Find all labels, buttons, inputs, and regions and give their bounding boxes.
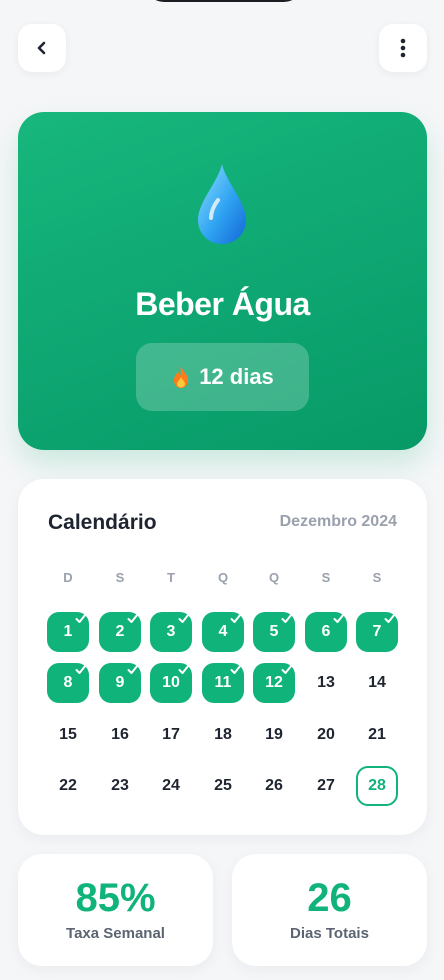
calendar-day-2[interactable]: 2 — [99, 612, 141, 652]
calendar-day-7[interactable]: 7 — [356, 612, 398, 652]
habit-title: Beber Água — [135, 286, 310, 322]
calendar-month: Dezembro 2024 — [279, 513, 397, 530]
day-number: 21 — [368, 726, 386, 743]
calendar-day-21[interactable]: 21 — [356, 715, 398, 755]
device-notch — [146, 0, 302, 2]
day-number: 16 — [111, 726, 129, 743]
calendar-day-6[interactable]: 6 — [305, 612, 347, 652]
calendar-day-3[interactable]: 3 — [150, 612, 192, 652]
day-number: 1 — [63, 623, 73, 640]
back-button[interactable] — [18, 24, 66, 72]
calendar-day-8[interactable]: 8 — [47, 663, 89, 703]
calendar-day-27[interactable]: 27 — [305, 766, 347, 806]
day-number: 10 — [162, 674, 180, 691]
day-number: 6 — [321, 623, 331, 640]
weekday-label: S — [321, 570, 331, 585]
day-number: 25 — [214, 777, 232, 794]
day-number: 8 — [63, 674, 73, 691]
day-number: 7 — [372, 623, 382, 640]
day-number: 5 — [269, 623, 279, 640]
chevron-left-icon — [37, 41, 46, 55]
check-icon — [230, 664, 242, 674]
water-drop-icon — [198, 164, 246, 244]
fire-icon — [174, 366, 189, 388]
day-number: 3 — [166, 623, 176, 640]
check-icon — [75, 664, 87, 674]
weekday-label: D — [63, 570, 73, 585]
calendar-day-5[interactable]: 5 — [253, 612, 295, 652]
day-number: 28 — [368, 777, 386, 794]
day-number: 24 — [162, 777, 180, 794]
day-number: 2 — [115, 623, 125, 640]
check-icon — [281, 613, 293, 623]
day-number: 15 — [59, 726, 77, 743]
day-number: 26 — [265, 777, 283, 794]
calendar-day-10[interactable]: 10 — [150, 663, 192, 703]
day-number: 20 — [317, 726, 335, 743]
calendar-day-19[interactable]: 19 — [253, 715, 295, 755]
total-days-value: 26 — [307, 876, 352, 920]
day-number: 13 — [317, 674, 335, 691]
calendar-day-28[interactable]: 28 — [356, 766, 398, 806]
day-number: 23 — [111, 777, 129, 794]
weekly-rate-card: 85% Taxa Semanal — [18, 854, 213, 966]
day-number: 18 — [214, 726, 232, 743]
calendar-day-14[interactable]: 14 — [356, 663, 398, 703]
check-icon — [178, 664, 190, 674]
calendar-day-1[interactable]: 1 — [47, 612, 89, 652]
day-number: 17 — [162, 726, 180, 743]
weekly-rate-label: Taxa Semanal — [66, 925, 165, 942]
weekday-label: Q — [217, 570, 229, 585]
calendar-day-9[interactable]: 9 — [99, 663, 141, 703]
calendar-day-16[interactable]: 16 — [99, 715, 141, 755]
calendar-day-23[interactable]: 23 — [99, 766, 141, 806]
streak-text: 12 dias — [199, 364, 274, 389]
check-icon — [281, 664, 293, 674]
weekly-rate-value: 85% — [75, 876, 156, 920]
check-icon — [230, 613, 242, 623]
weekday-label: Q — [268, 570, 280, 585]
calendar-day-20[interactable]: 20 — [305, 715, 347, 755]
calendar-day-22[interactable]: 22 — [47, 766, 89, 806]
calendar-card: Calendário Dezembro 2024 DSTQQSS12345678… — [18, 479, 427, 835]
day-number: 11 — [214, 674, 232, 691]
total-days-label: Dias Totais — [290, 925, 369, 942]
calendar-day-11[interactable]: 11 — [202, 663, 244, 703]
habit-card: Beber Água 12 dias — [18, 112, 427, 450]
check-icon — [75, 613, 87, 623]
streak-badge: 12 dias — [136, 343, 309, 411]
check-icon — [333, 613, 345, 623]
calendar-day-26[interactable]: 26 — [253, 766, 295, 806]
calendar-day-15[interactable]: 15 — [47, 715, 89, 755]
calendar-day-4[interactable]: 4 — [202, 612, 244, 652]
weekday-label: S — [372, 570, 382, 585]
calendar-day-12[interactable]: 12 — [253, 663, 295, 703]
calendar-day-24[interactable]: 24 — [150, 766, 192, 806]
more-options-button[interactable] — [379, 24, 427, 72]
weekday-label: T — [167, 570, 175, 585]
day-number: 12 — [265, 674, 283, 691]
day-number: 19 — [265, 726, 283, 743]
calendar-day-17[interactable]: 17 — [150, 715, 192, 755]
check-icon — [127, 613, 139, 623]
check-icon — [384, 613, 396, 623]
total-days-card: 26 Dias Totais — [232, 854, 427, 966]
day-number: 22 — [59, 777, 77, 794]
calendar-day-25[interactable]: 25 — [202, 766, 244, 806]
day-number: 4 — [218, 623, 228, 640]
day-number: 27 — [317, 777, 335, 794]
day-number: 9 — [115, 674, 125, 691]
day-number: 14 — [368, 674, 386, 691]
check-icon — [127, 664, 139, 674]
check-icon — [178, 613, 190, 623]
calendar-title: Calendário — [48, 511, 157, 534]
calendar-day-18[interactable]: 18 — [202, 715, 244, 755]
more-vertical-icon — [400, 38, 406, 58]
calendar-day-13[interactable]: 13 — [305, 663, 347, 703]
weekday-label: S — [115, 570, 125, 585]
